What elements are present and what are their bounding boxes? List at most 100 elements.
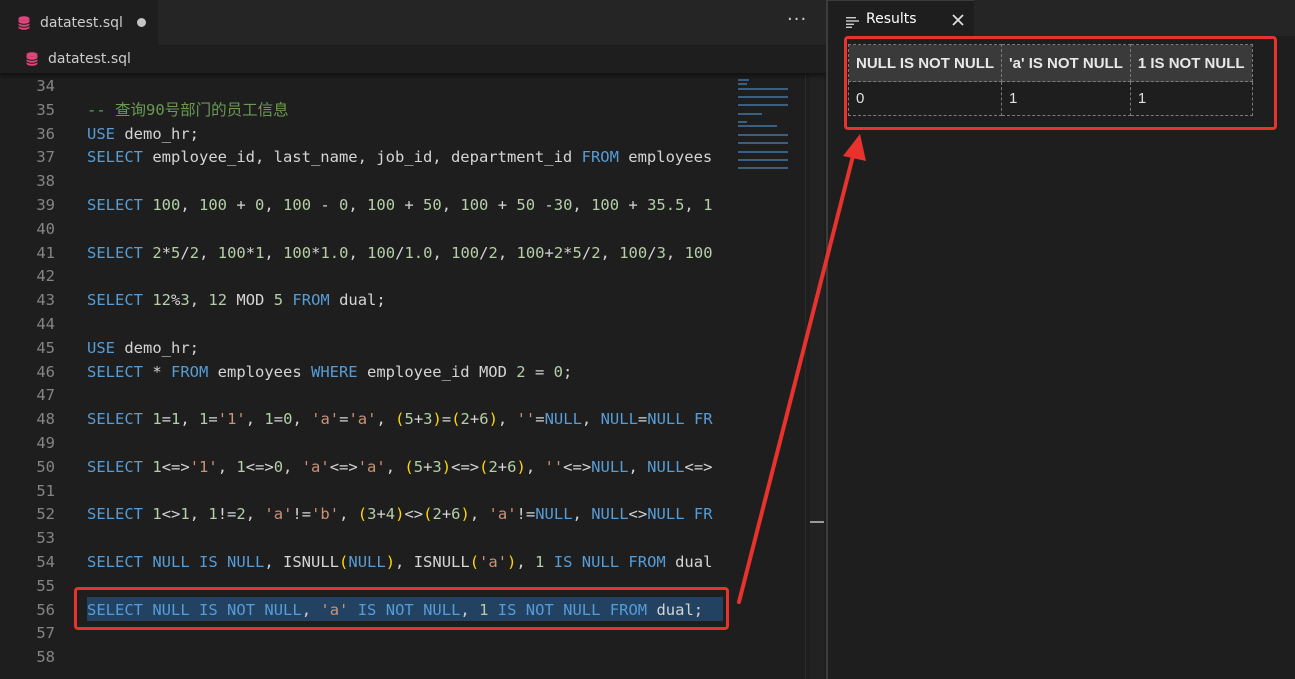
breadcrumb-file-label[interactable]: datatest.sql	[48, 51, 131, 67]
code-token: SELECT	[87, 362, 143, 381]
code-line[interactable]: 52 SELECT 1<>1, 1!=2, 'a'!='b', (3+4)<>(2…	[0, 502, 730, 526]
line-number: 53	[36, 529, 55, 548]
column-header[interactable]: 1 IS NOT NULL	[1129, 44, 1253, 82]
code-line[interactable]: 43 SELECT 12%3, 12 MOD 5 FROM dual;	[0, 288, 730, 312]
code-line[interactable]: 48 SELECT 1=1, 1='1', 1=0, 'a'='a', (5+3)…	[0, 407, 730, 431]
code-token: SELECT	[87, 196, 143, 214]
code-token: 1	[703, 196, 713, 214]
code-token: +	[413, 410, 424, 429]
code-token: 100	[367, 243, 396, 262]
code-token: ,	[264, 196, 284, 214]
more-actions-button[interactable]: ···	[787, 10, 809, 34]
close-icon[interactable]	[951, 12, 965, 26]
code-line[interactable]: 41 SELECT 2*5/2, 100*1, 100*1.0, 100/1.0,…	[0, 241, 730, 265]
scroll-position-marker	[810, 521, 824, 523]
code-token: +	[441, 505, 452, 524]
minimap-line	[738, 112, 762, 115]
minimap-line	[738, 79, 750, 82]
list-icon	[846, 13, 859, 28]
code-token: =	[208, 410, 218, 429]
code-token: , ISNULL	[395, 553, 470, 571]
editor-tab-datatest[interactable]: datatest.sql	[0, 0, 158, 45]
vertical-scrollbar[interactable]	[810, 73, 824, 679]
code-line[interactable]: 35 -- 查询90号部门的员工信息	[0, 98, 730, 122]
line-number: 46	[36, 362, 55, 381]
code-token: ,	[385, 457, 405, 476]
code-line[interactable]: 36 USE demo_hr;	[0, 122, 730, 146]
code-line[interactable]: 50 SELECT 1<=>'1', 1<=>0, 'a'<=>'a', (5+3…	[0, 455, 730, 479]
code-token: ,	[245, 505, 265, 524]
code-token: <>	[628, 505, 648, 524]
line-text: SELECT employee_id, last_name, job_id, d…	[87, 145, 712, 169]
column-header[interactable]: 'a' IS NOT NULL	[1001, 44, 1131, 82]
minimap-line	[738, 96, 789, 98]
code-token: ,	[217, 457, 237, 476]
code-token: 100	[283, 243, 312, 262]
code-token: SELECT	[87, 553, 143, 571]
code-token: NULL	[152, 553, 190, 571]
code-token: )	[488, 410, 498, 429]
code-token: ,	[497, 243, 517, 262]
code-token: *	[245, 243, 256, 262]
code-token: *	[161, 243, 172, 262]
code-token: *	[563, 243, 573, 262]
line-number: 43	[36, 291, 55, 310]
code-line[interactable]: 38	[0, 169, 730, 193]
code-token: )	[432, 410, 442, 429]
code-token: /	[180, 243, 190, 262]
code-token: 5	[273, 291, 284, 310]
code-line[interactable]: 40	[0, 217, 730, 241]
column-header[interactable]: NULL IS NOT NULL	[847, 44, 1003, 82]
code-token: <=>	[451, 457, 480, 476]
minimap-line	[738, 142, 789, 145]
code-token: =	[161, 410, 172, 429]
code-line[interactable]: 42	[0, 264, 730, 288]
line-number: 38	[36, 172, 55, 191]
code-token: SELECT	[87, 291, 143, 310]
table-row: 0 1 1	[847, 81, 1253, 116]
minimap[interactable]	[730, 73, 810, 679]
code-token: SELECT	[87, 243, 143, 262]
code-token: WHERE	[310, 362, 358, 381]
code-line[interactable]: 49	[0, 431, 730, 455]
unsaved-dot-icon[interactable]	[136, 18, 146, 27]
code-token: NULL	[600, 410, 638, 429]
code-token: 1.0	[404, 243, 433, 262]
code-line[interactable]: 51	[0, 479, 730, 503]
code-token: !=	[217, 505, 237, 524]
code-token: 2	[236, 505, 246, 524]
code-line[interactable]: 39 SELECT 100, 100 + 0, 100 - 0, 100 + 50…	[0, 193, 730, 217]
line-number: 55	[36, 576, 55, 595]
code-token: ,	[189, 505, 209, 524]
database-icon	[26, 52, 38, 66]
code-token: 6	[451, 505, 461, 524]
code-token: FR	[693, 410, 713, 429]
code-token: 'a'	[348, 410, 377, 429]
results-tab[interactable]: Results	[828, 0, 974, 36]
code-token: dual;	[329, 291, 386, 310]
code-line[interactable]: 54 SELECT NULL IS NULL, ISNULL(NULL), ISN…	[0, 550, 730, 574]
code-line[interactable]: 58	[0, 645, 730, 669]
code-line[interactable]: 47	[0, 383, 730, 407]
code-token: 'a'	[264, 505, 293, 524]
code-line[interactable]: 45 USE demo_hr;	[0, 336, 730, 360]
code-line[interactable]: 46 SELECT * FROM employees WHERE employee…	[0, 360, 730, 384]
code-token: NULL	[647, 505, 685, 524]
code-token: -- 查询90号部门的员工信息	[87, 100, 289, 119]
code-line[interactable]: 53	[0, 526, 730, 550]
table-cell[interactable]: 1	[1001, 81, 1131, 116]
table-cell[interactable]: 0	[847, 81, 1003, 116]
table-cell[interactable]: 1	[1129, 81, 1253, 116]
code-line[interactable]: 34	[0, 74, 730, 98]
line-number: 49	[36, 434, 55, 452]
code-line[interactable]: 44	[0, 312, 730, 336]
line-text: SELECT 12%3, 12 MOD 5 FROM dual;	[87, 288, 386, 312]
code-line[interactable]: 37 SELECT employee_id, last_name, job_id,…	[0, 145, 730, 169]
code-token: 2	[488, 243, 498, 262]
code-token: 4	[385, 505, 396, 524]
code-token: <=>	[161, 457, 190, 476]
code-token: 1	[236, 457, 246, 476]
line-text: SELECT 2*5/2, 100*1, 100*1.0, 100/1.0, 1…	[87, 241, 713, 265]
